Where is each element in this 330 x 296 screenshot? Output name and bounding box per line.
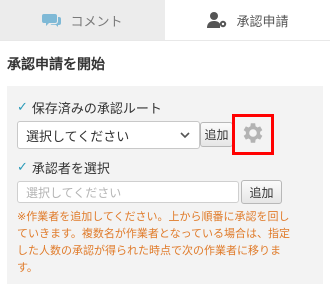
note-line: す。 xyxy=(17,261,38,274)
tab-bar: コメント 承認申請 xyxy=(0,0,330,40)
section-title: 承認申請を開始 xyxy=(7,57,105,73)
check-icon: ✓ xyxy=(17,100,28,115)
note-line: ※作業者を追加してください。上から順番に承認を回し xyxy=(17,210,290,223)
approver-input[interactable]: 選択してください xyxy=(17,181,239,203)
tab-comment-label: コメント xyxy=(70,14,123,30)
approver-label: 承認者を選択 xyxy=(31,162,110,177)
gear-icon xyxy=(240,120,266,150)
note-line: ていきます。複数名が作業者となっている場合は、指定 xyxy=(17,227,291,240)
saved-route-select-value: 選択してください xyxy=(26,129,130,145)
approver-input-placeholder: 選択してください xyxy=(26,185,122,200)
tab-approval-label: 承認申請 xyxy=(236,14,289,30)
tab-comment[interactable]: コメント xyxy=(0,0,165,40)
route-settings-button[interactable] xyxy=(232,114,274,155)
saved-route-label-row: ✓ 保存済みの承認ルート xyxy=(17,98,162,117)
approver-add-button[interactable]: 追加 xyxy=(241,180,282,204)
comment-icon xyxy=(42,12,62,28)
tab-approval[interactable]: 承認申請 xyxy=(165,0,330,40)
user-gear-icon xyxy=(206,11,228,29)
tab-divider xyxy=(0,40,330,41)
saved-route-label: 保存済みの承認ルート xyxy=(31,102,162,117)
saved-route-select[interactable]: 選択してください xyxy=(17,121,200,149)
chevron-down-icon xyxy=(179,129,191,145)
note-line: した人数の承認が得られた時点で次の作業者に移りま xyxy=(17,244,281,257)
saved-route-add-button[interactable]: 追加 xyxy=(200,122,233,147)
check-icon: ✓ xyxy=(17,160,28,175)
instruction-note: ※作業者を追加してください。上から順番に承認を回し ていきます。複数名が作業者と… xyxy=(17,208,313,276)
approver-label-row: ✓ 承認者を選択 xyxy=(17,158,110,177)
